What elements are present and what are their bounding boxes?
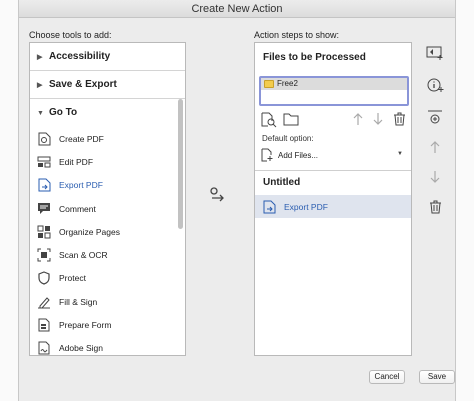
add-separator-icon[interactable] <box>426 108 444 126</box>
delete-step-icon[interactable] <box>426 198 444 216</box>
export-pdf-icon <box>262 200 276 214</box>
add-to-action-icon[interactable] <box>209 186 227 204</box>
tool-comment[interactable]: Comment <box>30 197 185 220</box>
chevron-right-icon: ▶ <box>37 54 43 61</box>
tool-fill-sign[interactable]: Fill & Sign <box>30 290 185 313</box>
action-step-row[interactable]: Export PDF <box>255 195 411 218</box>
section-title: Untitled <box>263 177 301 188</box>
sign-icon <box>37 341 51 355</box>
add-message-icon[interactable] <box>426 44 444 62</box>
action-steps-panel: Files to be Processed Free2 Default opti… <box>254 42 412 356</box>
scan-icon <box>37 248 51 262</box>
form-icon <box>37 318 51 332</box>
save-button[interactable]: Save <box>419 370 455 384</box>
right-panel-label: Action steps to show: <box>254 30 340 40</box>
files-toolbar <box>261 112 407 128</box>
tool-scan-ocr[interactable]: Scan & OCR <box>30 243 185 266</box>
category-go-to[interactable]: ▼ Go To <box>30 99 185 127</box>
create-new-action-dialog: Create New Action Choose tools to add: A… <box>18 0 456 401</box>
files-to-process-header: Files to be Processed <box>263 52 366 63</box>
category-save-export[interactable]: ▶ Save & Export <box>30 71 185 99</box>
chevron-down-icon: ▼ <box>397 151 403 157</box>
tools-scrollbar[interactable] <box>178 99 183 229</box>
arrow-up-icon[interactable] <box>353 112 363 131</box>
magnify-document-icon[interactable] <box>261 112 277 133</box>
add-instruction-icon[interactable] <box>426 76 444 94</box>
move-up-icon[interactable] <box>426 138 444 156</box>
files-list[interactable]: Free2 <box>259 76 409 106</box>
tools-list-panel: ▶ Accessibility ▶ Save & Export ▼ Go To Cre… <box>29 42 186 356</box>
chevron-down-icon: ▼ <box>37 110 44 117</box>
file-row[interactable]: Free2 <box>261 78 407 90</box>
background-app-fragment-right <box>462 60 474 260</box>
cancel-button[interactable]: Cancel <box>369 370 405 384</box>
arrow-down-icon[interactable] <box>373 112 383 131</box>
category-accessibility[interactable]: ▶ Accessibility <box>30 43 185 71</box>
folder-outline-icon[interactable] <box>283 112 299 131</box>
tool-protect[interactable]: Protect <box>30 267 185 290</box>
pen-icon <box>37 295 51 309</box>
default-option-label: Default option: <box>262 134 314 143</box>
default-option-select[interactable]: Add Files... ▼ <box>261 147 407 163</box>
shield-icon <box>37 271 51 286</box>
window-title: Create New Action <box>19 0 455 18</box>
tool-prepare-form[interactable]: Prepare Form <box>30 313 185 336</box>
comment-icon <box>37 202 51 216</box>
chevron-right-icon: ▶ <box>37 82 43 89</box>
create-pdf-icon <box>37 132 51 146</box>
add-file-icon <box>261 148 274 162</box>
tool-organize-pages[interactable]: Organize Pages <box>30 220 185 243</box>
organize-pages-icon <box>37 225 51 239</box>
move-down-icon[interactable] <box>426 168 444 186</box>
section-divider <box>255 170 411 171</box>
edit-pdf-icon <box>37 155 51 169</box>
left-panel-label: Choose tools to add: <box>29 30 112 40</box>
tool-adobe-sign[interactable]: Adobe Sign <box>30 337 185 355</box>
tool-create-pdf[interactable]: Create PDF <box>30 127 185 150</box>
background-app-fragment-left <box>0 40 10 80</box>
trash-icon[interactable] <box>393 112 406 131</box>
tool-export-pdf[interactable]: Export PDF <box>30 174 185 197</box>
tool-edit-pdf[interactable]: Edit PDF <box>30 150 185 173</box>
export-pdf-icon <box>37 178 51 192</box>
folder-icon <box>264 80 274 88</box>
